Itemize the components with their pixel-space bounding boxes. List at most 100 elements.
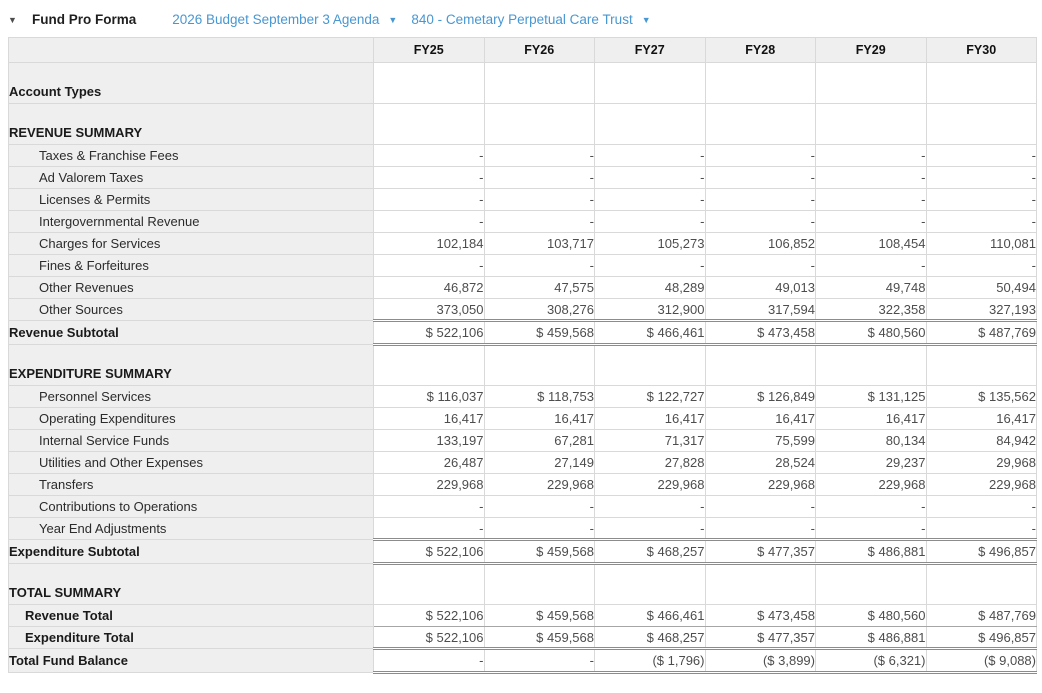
column-header-fy27: FY27 bbox=[594, 37, 706, 63]
value-cell bbox=[483, 103, 595, 145]
budget-dropdown-caret-icon[interactable]: ▼ bbox=[388, 15, 397, 25]
value-cell: 71,317 bbox=[594, 429, 706, 452]
value-cell: $ 135,562 bbox=[925, 385, 1037, 408]
value-cell: - bbox=[373, 254, 485, 277]
table-row: Other Revenues 46,872 47,575 48,289 49,013 49… bbox=[8, 276, 1037, 299]
row-label: Licenses & Permits bbox=[8, 188, 374, 211]
value-cell: $ 126,849 bbox=[704, 385, 816, 408]
value-cell: 317,594 bbox=[704, 298, 816, 321]
value-cell: 16,417 bbox=[373, 407, 485, 430]
row-label: Other Sources bbox=[8, 298, 374, 321]
table-row: Expenditure Total $ 522,106 $ 459,568 $ 468… bbox=[8, 626, 1037, 649]
value-cell bbox=[704, 563, 816, 605]
value-cell: $ 459,568 bbox=[483, 604, 595, 627]
value-cell: 16,417 bbox=[815, 407, 927, 430]
value-cell: 103,717 bbox=[483, 232, 595, 255]
value-cell: $ 522,106 bbox=[373, 319, 485, 346]
value-cell: $ 131,125 bbox=[815, 385, 927, 408]
table-row: TOTAL SUMMARY bbox=[8, 563, 1037, 605]
value-cell: - bbox=[815, 166, 927, 189]
value-cell bbox=[594, 344, 706, 386]
value-cell: - bbox=[483, 166, 595, 189]
page-title: Fund Pro Forma bbox=[32, 12, 137, 27]
value-cell: - bbox=[704, 517, 816, 540]
value-cell: - bbox=[373, 517, 485, 540]
table-row: REVENUE SUMMARY bbox=[8, 103, 1037, 145]
value-cell: - bbox=[483, 517, 595, 540]
value-cell: 106,852 bbox=[704, 232, 816, 255]
value-cell: - bbox=[925, 144, 1037, 167]
row-label: Year End Adjustments bbox=[8, 517, 374, 540]
row-label: Internal Service Funds bbox=[8, 429, 374, 452]
value-cell: - bbox=[483, 188, 595, 211]
value-cell: - bbox=[815, 144, 927, 167]
value-cell: $ 522,106 bbox=[373, 538, 485, 565]
table-row: Expenditure Subtotal $ 522,106 $ 459,568 $ … bbox=[8, 538, 1037, 565]
table-row: Charges for Services 102,184 103,717 105,27… bbox=[8, 232, 1037, 255]
row-label: Fines & Forfeitures bbox=[8, 254, 374, 277]
value-cell: $ 459,568 bbox=[483, 319, 595, 346]
value-cell bbox=[373, 103, 485, 145]
value-cell: $ 522,106 bbox=[373, 626, 485, 649]
value-cell: 49,748 bbox=[815, 276, 927, 299]
table-row: Licenses & Permits - - - - - - bbox=[8, 188, 1037, 211]
value-cell: - bbox=[594, 210, 706, 233]
value-cell: 28,524 bbox=[704, 451, 816, 474]
value-cell: - bbox=[704, 210, 816, 233]
value-cell bbox=[594, 563, 706, 605]
value-cell: - bbox=[373, 188, 485, 211]
value-cell: 47,575 bbox=[483, 276, 595, 299]
fund-dropdown[interactable]: 840 - Cemetary Perpetual Care Trust bbox=[411, 12, 632, 27]
value-cell: 67,281 bbox=[483, 429, 595, 452]
value-cell: - bbox=[925, 210, 1037, 233]
value-cell: $ 122,727 bbox=[594, 385, 706, 408]
table-row: Internal Service Funds 133,197 67,281 71,31… bbox=[8, 429, 1037, 452]
value-cell: 46,872 bbox=[373, 276, 485, 299]
table-header-row: FY25 FY26 FY27 FY28 FY29 FY30 bbox=[8, 37, 1037, 63]
value-cell: - bbox=[925, 188, 1037, 211]
table-row: Total Fund Balance - - ($ 1,796) ($ 3,899) ($… bbox=[8, 647, 1037, 674]
value-cell: - bbox=[704, 144, 816, 167]
value-cell: - bbox=[483, 210, 595, 233]
value-cell: $ 118,753 bbox=[483, 385, 595, 408]
fund-pro-forma-table: FY25 FY26 FY27 FY28 FY29 FY30 Account Types RE… bbox=[8, 37, 1037, 674]
value-cell: - bbox=[925, 495, 1037, 518]
value-cell bbox=[704, 103, 816, 145]
value-cell: 50,494 bbox=[925, 276, 1037, 299]
value-cell: - bbox=[925, 254, 1037, 277]
fund-dropdown-caret-icon[interactable]: ▼ bbox=[642, 15, 651, 25]
row-label: Revenue Subtotal bbox=[8, 320, 374, 345]
table-row: Operating Expenditures 16,417 16,417 16,417… bbox=[8, 407, 1037, 430]
column-header-fy26: FY26 bbox=[483, 37, 595, 63]
value-cell: $ 496,857 bbox=[925, 626, 1037, 649]
value-cell: - bbox=[483, 144, 595, 167]
budget-dropdown[interactable]: 2026 Budget September 3 Agenda bbox=[172, 12, 379, 27]
value-cell: $ 496,857 bbox=[925, 538, 1037, 565]
value-cell: $ 487,769 bbox=[925, 604, 1037, 627]
value-cell: $ 466,461 bbox=[594, 319, 706, 346]
value-cell bbox=[815, 344, 927, 386]
value-cell: 373,050 bbox=[373, 298, 485, 321]
value-cell bbox=[925, 344, 1037, 386]
collapse-caret-icon[interactable]: ▼ bbox=[8, 15, 20, 25]
value-cell: $ 486,881 bbox=[815, 538, 927, 565]
value-cell: $ 468,257 bbox=[594, 538, 706, 565]
table-row: Revenue Total $ 522,106 $ 459,568 $ 466,461… bbox=[8, 604, 1037, 627]
value-cell: - bbox=[925, 517, 1037, 540]
table-row: Utilities and Other Expenses 26,487 27,149… bbox=[8, 451, 1037, 474]
row-label: Revenue Total bbox=[8, 604, 374, 627]
value-cell: $ 473,458 bbox=[704, 319, 816, 346]
value-cell: 84,942 bbox=[925, 429, 1037, 452]
column-header-fy25: FY25 bbox=[373, 37, 485, 63]
value-cell bbox=[594, 62, 706, 104]
value-cell: - bbox=[704, 188, 816, 211]
row-label: Expenditure Total bbox=[8, 626, 374, 649]
value-cell: $ 522,106 bbox=[373, 604, 485, 627]
value-cell bbox=[925, 563, 1037, 605]
row-label: Charges for Services bbox=[8, 232, 374, 255]
value-cell: - bbox=[373, 495, 485, 518]
table-body: Account Types REVENUE SUMMARY Taxes & Fran… bbox=[8, 62, 1037, 674]
table-row: Intergovernmental Revenue - - - - - - bbox=[8, 210, 1037, 233]
value-cell bbox=[483, 563, 595, 605]
value-cell: 75,599 bbox=[704, 429, 816, 452]
